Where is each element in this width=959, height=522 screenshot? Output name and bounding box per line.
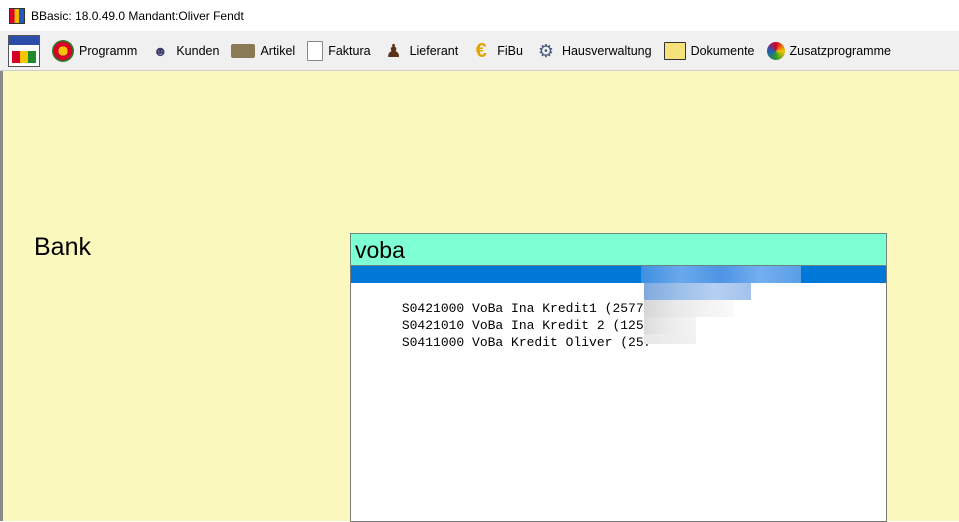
window-title: BBasic: 18.0.49.0 Mandant:Oliver Fendt	[31, 8, 244, 23]
main-content: Bank S0220400 VoBa München Land Ina 5 S0…	[0, 71, 959, 522]
hausverwaltung-icon: ⚙	[537, 40, 554, 61]
app-icon	[9, 7, 25, 24]
menu-bar: Programm ☻ Kunden Artikel Faktura ♟ Lief…	[0, 31, 959, 71]
menu-programm[interactable]: Programm	[46, 31, 143, 71]
kunden-icon: ☻	[152, 42, 168, 59]
menu-dokumente[interactable]: Dokumente	[658, 31, 761, 71]
menu-lieferant[interactable]: ♟ Lieferant	[377, 31, 465, 71]
redacted-area	[641, 266, 801, 283]
menu-kunden[interactable]: ☻ Kunden	[143, 31, 225, 71]
dokumente-icon	[663, 41, 686, 60]
programm-icon	[52, 39, 74, 62]
list-item[interactable]: S0411000 VoBa Kredit Oliver (257	[351, 317, 886, 350]
title-bar: BBasic: 18.0.49.0 Mandant:Oliver Fendt	[0, 0, 959, 31]
menu-fibu[interactable]: € FiBu	[464, 31, 529, 71]
redacted-area	[351, 334, 886, 344]
lieferant-icon: ♟	[385, 40, 402, 61]
bank-results-list[interactable]: S0220400 VoBa München Land Ina 5 S042100…	[350, 266, 887, 522]
artikel-icon	[231, 43, 256, 58]
redacted-area	[644, 317, 696, 334]
menu-label-faktura: Faktura	[328, 43, 371, 58]
list-item[interactable]: S0421010 VoBa Ina Kredit 2 (1257	[351, 300, 886, 333]
menu-label-fibu: FiBu	[497, 43, 523, 58]
menu-hausverwaltung[interactable]: ⚙ Hausverwaltung	[529, 31, 658, 71]
faktura-icon	[307, 40, 324, 61]
menu-label-lieferant: Lieferant	[409, 43, 459, 58]
redacted-area	[644, 283, 751, 300]
menu-label-zusatzprogramme: Zusatzprogramme	[789, 43, 891, 58]
menu-label-dokumente: Dokumente	[690, 43, 755, 58]
menu-faktura[interactable]: Faktura	[301, 31, 376, 71]
list-item[interactable]: S0421000 VoBa Ina Kredit1 (25773	[351, 283, 886, 316]
redacted-area	[644, 300, 734, 317]
menu-label-hausverwaltung: Hausverwaltung	[561, 43, 652, 58]
menu-label-kunden: Kunden	[176, 43, 220, 58]
menu-zusatzprogramme[interactable]: Zusatzprogramme	[761, 31, 897, 71]
menu-artikel[interactable]: Artikel	[225, 31, 301, 71]
euro-icon: €	[475, 39, 487, 62]
app-logo-icon[interactable]	[8, 34, 40, 67]
menu-label-programm: Programm	[79, 43, 138, 58]
bank-label: Bank	[34, 233, 91, 261]
list-item[interactable]: S0220400 VoBa München Land Ina 5	[351, 266, 886, 299]
menu-label-artikel: Artikel	[260, 43, 296, 58]
bank-search-input[interactable]	[350, 233, 887, 266]
zusatzprogramme-icon	[766, 41, 785, 60]
